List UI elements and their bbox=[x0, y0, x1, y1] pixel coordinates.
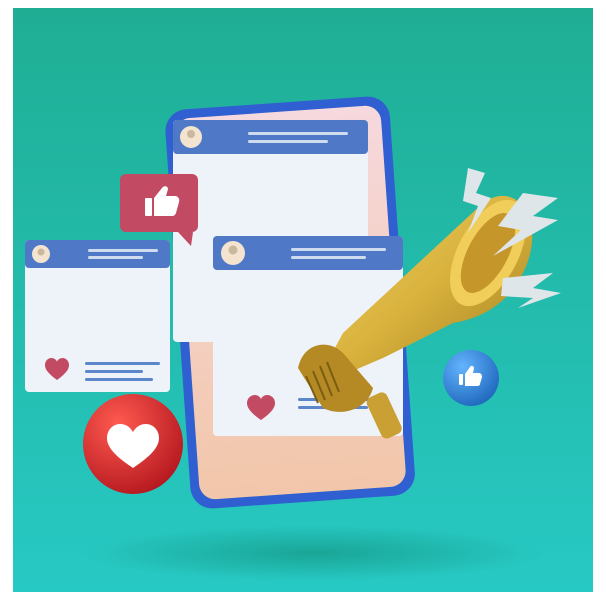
post-card-left bbox=[25, 240, 170, 392]
blue-like-ball bbox=[443, 350, 499, 406]
social-media-illustration bbox=[13, 8, 593, 592]
heart-ball bbox=[83, 394, 183, 494]
ground-shadow bbox=[83, 525, 543, 581]
